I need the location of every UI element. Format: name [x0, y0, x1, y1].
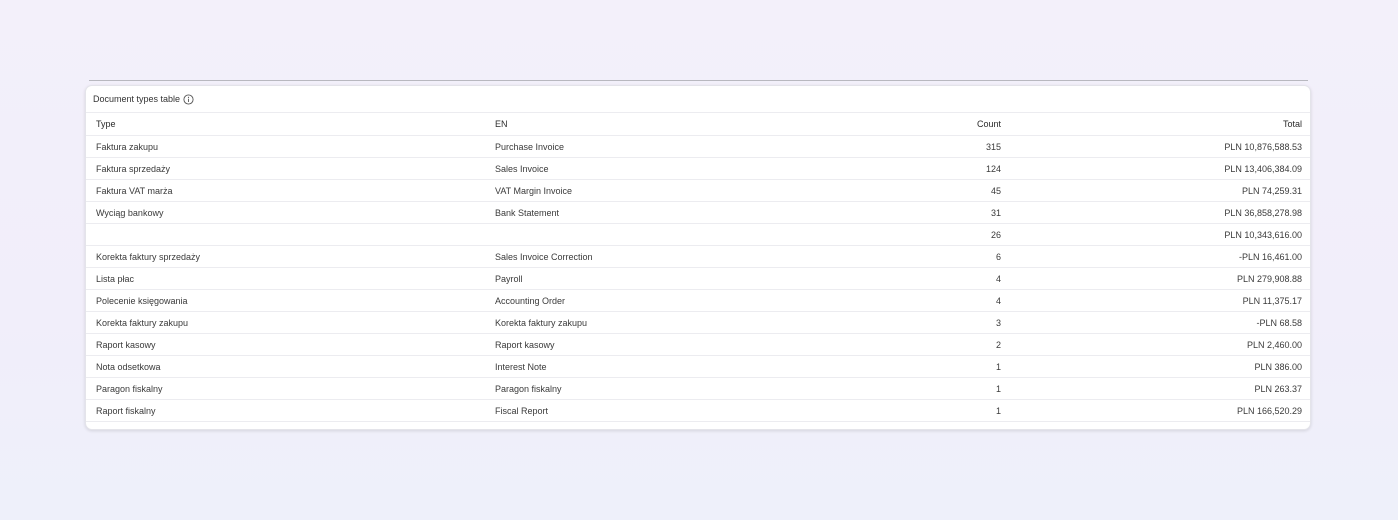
cell-count: 124	[868, 157, 1001, 180]
cell-type: Korekta faktury zakupu	[86, 311, 495, 334]
table-header-row: Type EN Count Total	[86, 113, 1310, 136]
cell-en: Paragon fiskalny	[495, 377, 868, 400]
cell-total: PLN 279,908.88	[1001, 267, 1310, 290]
cell-total: PLN 74,259.31	[1001, 179, 1310, 202]
document-types-card: Document types table Type EN Count Total…	[85, 85, 1311, 430]
cell-en: Sales Invoice Correction	[495, 245, 868, 268]
table-body: Faktura zakupu Purchase Invoice 315 PLN 10,…	[86, 135, 1310, 422]
cell-total: PLN 13,406,384.09	[1001, 157, 1310, 180]
cell-count: 4	[868, 289, 1001, 312]
top-divider	[89, 80, 1308, 81]
cell-count: 26	[868, 223, 1001, 246]
cell-count: 31	[868, 201, 1001, 224]
table-row[interactable]: Lista płac Payroll 4 PLN 279,908.88	[86, 267, 1310, 290]
table-row[interactable]: Nota odsetkowa Interest Note 1 PLN 386.00	[86, 355, 1310, 378]
cell-count: 4	[868, 267, 1001, 290]
column-header-total[interactable]: Total	[1001, 113, 1310, 136]
cell-type: Faktura sprzedaży	[86, 157, 495, 180]
cell-total: -PLN 68.58	[1001, 311, 1310, 334]
table-row[interactable]: Korekta faktury zakupu Korekta faktury za…	[86, 311, 1310, 334]
table-row[interactable]: Faktura zakupu Purchase Invoice 315 PLN 10,…	[86, 135, 1310, 158]
cell-count: 315	[868, 135, 1001, 158]
cell-count: 1	[868, 355, 1001, 378]
cell-type: Polecenie księgowania	[86, 289, 495, 312]
table-row[interactable]: Faktura VAT marża VAT Margin Invoice 45 PLN…	[86, 179, 1310, 202]
table-row[interactable]: Paragon fiskalny Paragon fiskalny 1 PLN 263…	[86, 377, 1310, 400]
cell-total: PLN 10,343,616.00	[1001, 223, 1310, 246]
cell-en: Purchase Invoice	[495, 135, 868, 158]
cell-type: Paragon fiskalny	[86, 377, 495, 400]
table-row[interactable]: Wyciąg bankowy Bank Statement 31 PLN 36,858…	[86, 201, 1310, 224]
cell-en: Interest Note	[495, 355, 868, 378]
cell-total: PLN 2,460.00	[1001, 333, 1310, 356]
cell-type: Raport kasowy	[86, 333, 495, 356]
cell-type: Nota odsetkowa	[86, 355, 495, 378]
info-icon[interactable]	[183, 93, 194, 105]
cell-count: 2	[868, 333, 1001, 356]
cell-type: Lista płac	[86, 267, 495, 290]
cell-total: PLN 36,858,278.98	[1001, 201, 1310, 224]
cell-total: -PLN 16,461.00	[1001, 245, 1310, 268]
table-row[interactable]: Faktura sprzedaży Sales Invoice 124 PLN 13,…	[86, 157, 1310, 180]
cell-en: Sales Invoice	[495, 157, 868, 180]
cell-type: Raport fiskalny	[86, 399, 495, 422]
column-header-type[interactable]: Type	[86, 113, 495, 136]
cell-type: Faktura zakupu	[86, 135, 495, 158]
cell-count: 45	[868, 179, 1001, 202]
table-row[interactable]: Raport kasowy Raport kasowy 2 PLN 2,460.00	[86, 333, 1310, 356]
cell-total: PLN 386.00	[1001, 355, 1310, 378]
cell-en: Korekta faktury zakupu	[495, 311, 868, 334]
cell-en: VAT Margin Invoice	[495, 179, 868, 202]
cell-type: Wyciąg bankowy	[86, 201, 495, 224]
cell-type: Korekta faktury sprzedaży	[86, 245, 495, 268]
cell-en: Accounting Order	[495, 289, 868, 312]
cell-en: Payroll	[495, 267, 868, 290]
cell-en: Bank Statement	[495, 201, 868, 224]
cell-type: Faktura VAT marża	[86, 179, 495, 202]
card-header: Document types table	[86, 86, 1310, 113]
cell-count: 1	[868, 377, 1001, 400]
cell-count: 1	[868, 399, 1001, 422]
cell-total: PLN 10,876,588.53	[1001, 135, 1310, 158]
document-types-table: Type EN Count Total Faktura zakupu Purcha…	[86, 113, 1310, 422]
cell-total: PLN 11,375.17	[1001, 289, 1310, 312]
cell-total: PLN 263.37	[1001, 377, 1310, 400]
column-header-count[interactable]: Count	[868, 113, 1001, 136]
cell-count: 3	[868, 311, 1001, 334]
table-row[interactable]: Raport fiskalny Fiscal Report 1 PLN 166,520…	[86, 399, 1310, 422]
cell-count: 6	[868, 245, 1001, 268]
table-row[interactable]: 26 PLN 10,343,616.00	[86, 223, 1310, 246]
cell-en: Raport kasowy	[495, 333, 868, 356]
cell-total: PLN 166,520.29	[1001, 399, 1310, 422]
table-row[interactable]: Polecenie księgowania Accounting Order 4 PL…	[86, 289, 1310, 312]
table-title: Document types table	[93, 94, 181, 104]
column-header-en[interactable]: EN	[495, 113, 868, 136]
cell-en	[495, 223, 868, 246]
cell-type	[86, 223, 495, 246]
table-row[interactable]: Korekta faktury sprzedaży Sales Invoice C…	[86, 245, 1310, 268]
cell-en: Fiscal Report	[495, 399, 868, 422]
